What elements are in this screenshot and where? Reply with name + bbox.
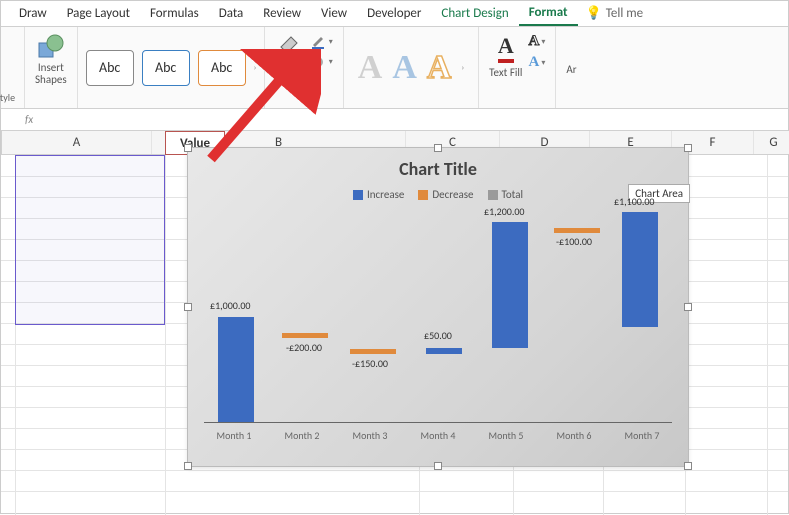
chart-title[interactable]: Chart Title (188, 158, 688, 180)
text-outline-button[interactable]: A▾ (528, 33, 545, 50)
group-shape-fill: ShapeFill ▾ ▾ (265, 27, 343, 108)
group-wordart-styles: A A A › (344, 27, 479, 108)
datalabel: £50.00 (424, 329, 452, 342)
fx-icon[interactable]: fx (25, 113, 33, 126)
xlabel: Month 3 (340, 429, 400, 442)
effects-icon (311, 55, 327, 69)
tab-developer[interactable]: Developer (357, 2, 431, 25)
shape-fill-label: ShapeFill (275, 58, 302, 82)
group-insert-shapes: InsertShapes (25, 27, 78, 108)
worksheet: A B C D E F G Value (1, 131, 788, 515)
datalabel: -£150.00 (352, 357, 388, 370)
insert-shapes-button[interactable]: InsertShapes (35, 33, 67, 86)
shape-styles-more-icon[interactable]: › (254, 63, 257, 73)
tab-review[interactable]: Review (253, 2, 311, 25)
tab-chart-design[interactable]: Chart Design (431, 2, 518, 25)
xlabel: Month 6 (544, 429, 604, 442)
paint-bucket-icon (277, 33, 301, 57)
lightbulb-icon: 💡 (586, 6, 602, 21)
text-effects-button[interactable]: A▾ (528, 54, 545, 71)
pen-icon (311, 35, 327, 49)
text-fill-a-icon: A (498, 33, 514, 63)
tab-data[interactable]: Data (209, 2, 254, 25)
wordart-more-icon[interactable]: › (461, 63, 464, 73)
tab-draw[interactable]: Draw (9, 2, 57, 25)
cell-selection (15, 155, 165, 325)
resize-handle[interactable] (184, 144, 192, 152)
bar-month5[interactable] (492, 222, 528, 348)
shape-fill-button[interactable]: ShapeFill (275, 33, 302, 82)
wordart-style-1[interactable]: A (358, 49, 383, 87)
bar-month7[interactable] (622, 212, 658, 327)
bar-month2[interactable] (282, 333, 328, 338)
resize-handle[interactable] (434, 462, 442, 470)
style-label-partial: tyle (0, 91, 15, 104)
tell-me-label: Tell me (606, 6, 643, 21)
bar-month4[interactable] (426, 348, 462, 354)
tab-page-layout[interactable]: Page Layout (57, 2, 140, 25)
xlabel: Month 7 (612, 429, 672, 442)
resize-handle[interactable] (684, 144, 692, 152)
shape-outline-button[interactable]: ▾ (311, 35, 333, 49)
bar-month6[interactable] (554, 228, 600, 233)
shapes-icon (37, 33, 65, 61)
datalabel: -£200.00 (286, 341, 322, 354)
datalabel: £1,200.00 (484, 205, 525, 218)
chart-x-axis[interactable]: Month 1 Month 2 Month 3 Month 4 Month 5 … (204, 429, 672, 442)
chart-legend[interactable]: Increase Decrease Total (188, 188, 688, 201)
tell-me-search[interactable]: 💡 Tell me (586, 6, 644, 21)
insert-shapes-label: InsertShapes (35, 62, 67, 86)
chart-object[interactable]: Chart Area Chart Title Increase Decrease… (187, 147, 689, 467)
legend-total: Total (488, 188, 524, 201)
legend-decrease: Decrease (418, 188, 473, 201)
datalabel: -£100.00 (556, 235, 592, 248)
shape-style-2[interactable]: Abc (142, 50, 190, 86)
group-partial-right: Ar (556, 27, 586, 108)
xlabel: Month 2 (272, 429, 332, 442)
tab-format[interactable]: Format (519, 1, 578, 26)
col-header-a[interactable]: A (2, 131, 152, 154)
xlabel: Month 5 (476, 429, 536, 442)
bar-month3[interactable] (350, 349, 396, 354)
datalabel: £1,000.00 (210, 299, 251, 312)
wordart-style-2[interactable]: A (392, 49, 417, 87)
bar-month1[interactable] (218, 317, 254, 422)
wordart-style-3[interactable]: A (427, 49, 452, 87)
group-shape-styles: Abc Abc Abc › (78, 27, 266, 108)
datalabel: £1,100.00 (614, 195, 655, 208)
shape-style-1[interactable]: Abc (86, 50, 134, 86)
formula-bar[interactable]: fx (1, 109, 788, 131)
ribbon-tabs: Draw Page Layout Formulas Data Review Vi… (1, 1, 788, 27)
col-header-g[interactable]: G (754, 131, 789, 154)
resize-handle[interactable] (684, 303, 692, 311)
shape-style-3[interactable]: Abc (198, 50, 246, 86)
tab-formulas[interactable]: Formulas (140, 2, 209, 25)
text-fill-button[interactable]: A Text Fill (489, 33, 522, 79)
ribbon: tyle InsertShapes Abc Abc Abc › ShapeFil… (1, 27, 788, 109)
partial-right-label: Ar (566, 63, 576, 76)
group-text-fill: A Text Fill A▾ A▾ (479, 27, 556, 108)
resize-handle[interactable] (684, 462, 692, 470)
text-fill-label: Text Fill (489, 66, 522, 79)
resize-handle[interactable] (434, 144, 442, 152)
chart-plot-area[interactable]: £1,000.00 -£200.00 -£150.00 £50.00 £1,20… (204, 213, 672, 423)
shape-effects-button[interactable]: ▾ (311, 55, 333, 69)
xlabel: Month 4 (408, 429, 468, 442)
tab-view[interactable]: View (311, 2, 357, 25)
legend-increase: Increase (353, 188, 404, 201)
xlabel: Month 1 (204, 429, 264, 442)
group-partial-left: tyle (1, 27, 25, 108)
grid[interactable]: Value Chart Area Chart Title Increase De… (1, 155, 788, 515)
resize-handle[interactable] (184, 303, 192, 311)
resize-handle[interactable] (184, 462, 192, 470)
